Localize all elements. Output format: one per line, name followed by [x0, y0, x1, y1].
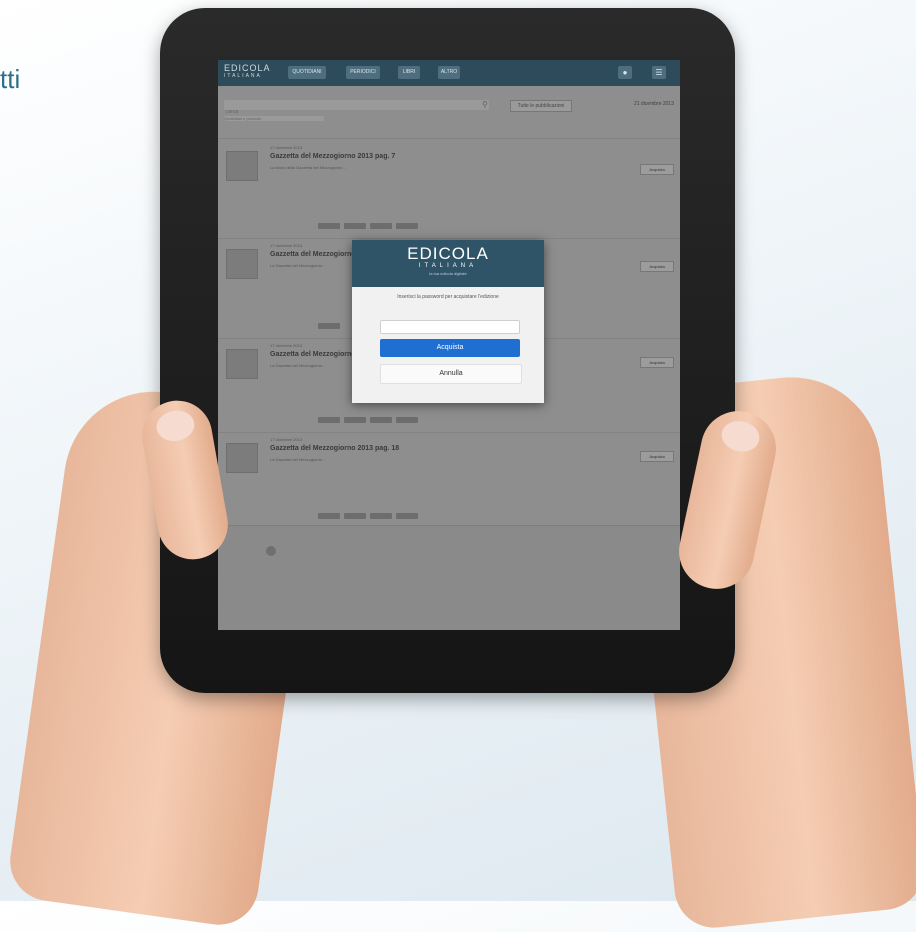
app-logo[interactable]: EDICOLA ITALIANA [224, 64, 271, 80]
article-row[interactable]: 17 dicembre 2013 Gazzetta del Mezzogiorn… [218, 432, 680, 528]
buy-button[interactable]: Acquista [640, 164, 674, 175]
buy-button[interactable]: Acquista [640, 261, 674, 272]
modal-header: EDICOLA ITALIANA la tua edicola digitale [352, 240, 544, 287]
date-label: 21 dicembre 2013 [633, 101, 674, 107]
article-date: 17 dicembre 2013 [270, 145, 303, 150]
tag-chip[interactable] [344, 223, 366, 229]
modal-brand: EDICOLA [407, 244, 489, 263]
article-thumbnail [226, 151, 258, 181]
tag-chip[interactable] [344, 513, 366, 519]
tag-chip[interactable] [318, 323, 340, 329]
tag-chip[interactable] [318, 513, 340, 519]
slide-title: tti [0, 64, 21, 94]
nav-quotidiani[interactable]: QUOTIDIANI [288, 66, 326, 79]
menu-icon[interactable]: ☰ [652, 66, 666, 79]
buy-button[interactable]: Acquista [640, 357, 674, 368]
tag-chip[interactable] [318, 417, 340, 423]
search-placeholder: cerca [226, 109, 239, 115]
password-input[interactable] [380, 320, 520, 334]
article-thumbnail [226, 349, 258, 379]
tag-chip[interactable] [396, 513, 418, 519]
nav-altro[interactable]: ALTRO [438, 66, 460, 79]
tag-chip[interactable] [370, 417, 392, 423]
article-excerpt: La storia della Gazzetta del Mezzogiorno… [270, 165, 346, 170]
article-excerpt: La Gazzetta del Mezzogiorno... [270, 457, 326, 462]
article-thumbnail [226, 249, 258, 279]
cancel-button[interactable]: Annulla [380, 364, 522, 384]
nav-periodici[interactable]: PERIODICI [346, 66, 380, 79]
article-row[interactable]: 17 dicembre 2013 Gazzetta del Mezzogiorn… [218, 138, 680, 234]
tag-chip[interactable] [396, 223, 418, 229]
filter-select[interactable]: Tutte le pubblicazioni [510, 100, 572, 112]
app-bar: EDICOLA ITALIANA QUOTIDIANI PERIODICI LI… [218, 60, 680, 86]
modal-tagline: la tua edicola digitale [429, 271, 467, 276]
logo-subtext: ITALIANA [224, 73, 262, 79]
screen-footer [218, 525, 680, 630]
subbar-label: Quotidiani e periodici [224, 116, 324, 121]
buy-button[interactable]: Acquista [640, 451, 674, 462]
article-date: 17 dicembre 2013 [270, 243, 303, 248]
account-icon[interactable]: ● [618, 66, 632, 79]
article-date: 17 dicembre 2013 [270, 437, 303, 442]
tag-chip[interactable] [370, 223, 392, 229]
article-date: 17 dicembre 2013 [270, 343, 303, 348]
nav-libri[interactable]: LIBRI [398, 66, 420, 79]
modal-prompt: Inserisci la password per acquistare l'e… [397, 294, 499, 300]
purchase-button[interactable]: Acquista [380, 339, 520, 357]
article-title[interactable]: Gazzetta del Mezzogiorno 2013 pag. 7 [270, 153, 395, 160]
tag-chip[interactable] [396, 417, 418, 423]
footer-logo-icon [266, 546, 276, 556]
article-thumbnail [226, 443, 258, 473]
article-title[interactable]: Gazzetta del Mezzogiorno [270, 351, 356, 358]
tag-chip[interactable] [370, 513, 392, 519]
search-icon[interactable]: ⚲ [482, 100, 488, 109]
tag-chip[interactable] [318, 223, 340, 229]
modal-brand-sub: ITALIANA [418, 263, 478, 269]
article-title[interactable]: Gazzetta del Mezzogiorno 2013 pag. 18 [270, 445, 399, 452]
purchase-modal: EDICOLA ITALIANA la tua edicola digitale… [352, 240, 544, 403]
article-title[interactable]: Gazzetta del Mezzogiorno [270, 251, 356, 258]
search-input[interactable]: cerca [224, 100, 489, 115]
tag-chip[interactable] [344, 417, 366, 423]
